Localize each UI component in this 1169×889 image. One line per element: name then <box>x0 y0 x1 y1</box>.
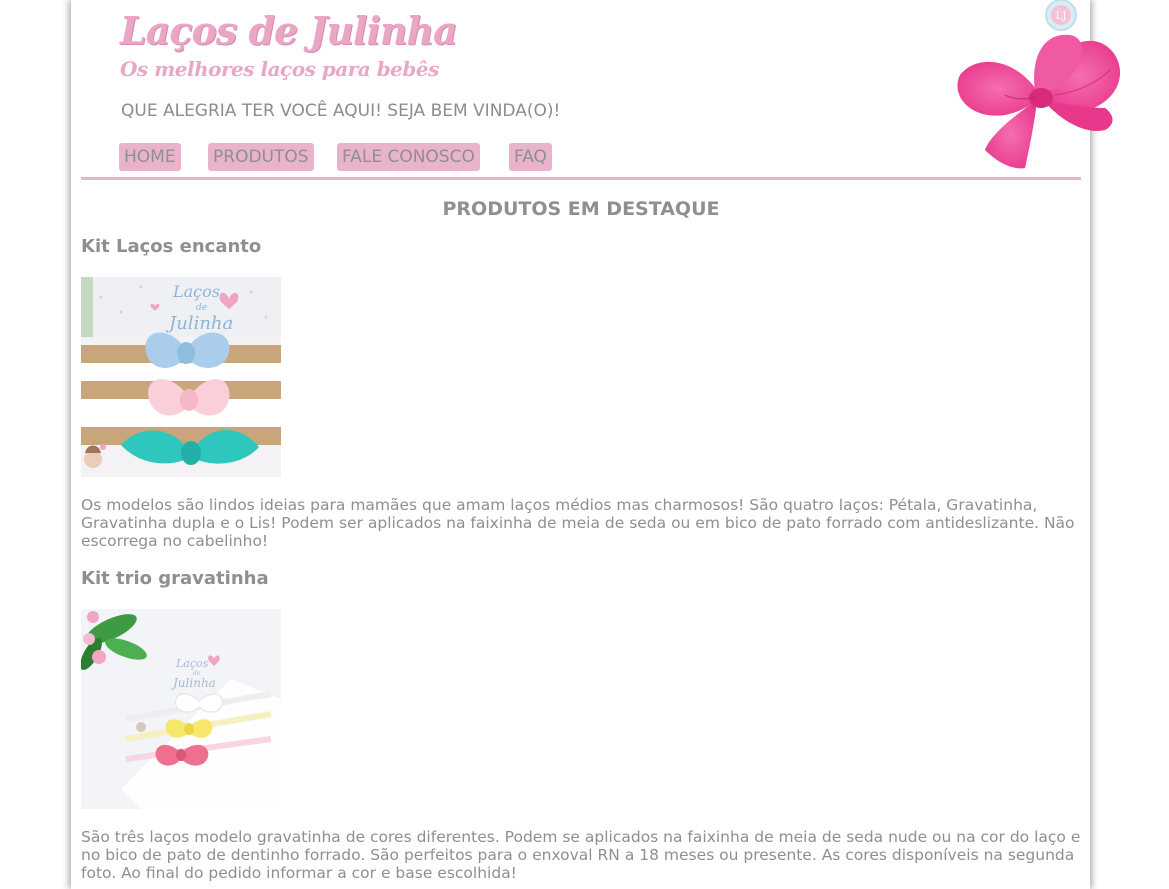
welcome-message: QUE ALEGRIA TER VOCÊ AQUI! SEJA BEM VIND… <box>121 101 561 121</box>
nav-faq[interactable]: FAQ <box>509 143 552 171</box>
product-description: Os modelos são lindos ideias para mamães… <box>81 496 1075 550</box>
nav-home[interactable]: HOME <box>119 143 181 171</box>
logo-badge-text: LJ <box>1056 11 1067 22</box>
nav-divider <box>81 177 1081 180</box>
section-title: PRODUTOS EM DESTAQUE <box>442 198 720 220</box>
logo-badge-icon: LJ <box>1045 0 1077 31</box>
image-logo-text: Julinha <box>165 313 233 334</box>
product-title: Kit trio gravatinha <box>81 568 269 589</box>
image-logo-text: de <box>196 303 207 313</box>
product-title: Kit Laços encanto <box>81 236 262 257</box>
image-logo-text: Laços <box>172 282 220 301</box>
product-image-kit-trio-gravatinha[interactable]: Laços de Julinha <box>81 609 281 809</box>
product-image-kit-lacos-encanto[interactable]: Laços de Julinha <box>81 277 281 477</box>
brand-subtitle: Os melhores laços para bebês <box>120 57 439 81</box>
brand-title[interactable]: Laços de Julinha <box>120 8 458 53</box>
nav-produtos[interactable]: PRODUTOS <box>208 143 314 171</box>
bow-image: LJ <box>957 0 1121 169</box>
image-logo-text: Julinha <box>170 676 216 690</box>
image-logo-text: Laços <box>175 657 209 670</box>
product-description: São três laços modelo gravatinha de core… <box>81 828 1081 882</box>
nav-fale-conosco[interactable]: FALE CONOSCO <box>337 143 480 171</box>
